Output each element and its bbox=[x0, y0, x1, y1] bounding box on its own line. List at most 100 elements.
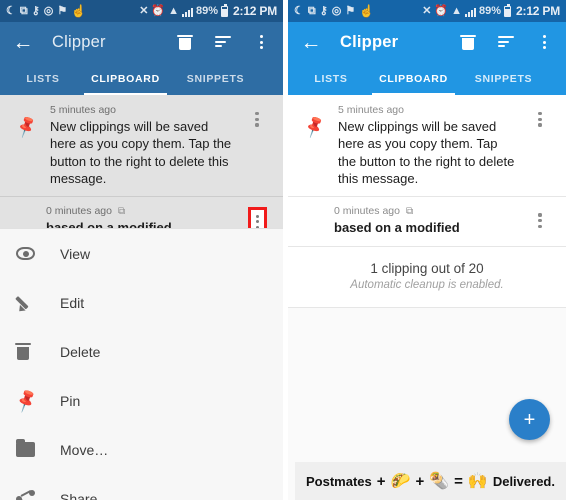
flag-icon: ⚑ bbox=[345, 4, 356, 17]
app-bar: ← Clipper bbox=[0, 22, 283, 62]
menu-item-edit[interactable]: Edit bbox=[0, 278, 283, 327]
raising-hands-icon: 🙌 bbox=[467, 473, 488, 490]
list-item-timestamp: 5 minutes ago bbox=[50, 104, 116, 116]
timestamp-label: 0 minutes ago bbox=[46, 205, 112, 218]
status-bar-system-icons: ✕ ⏰ ▲ 89% 2:12 PM bbox=[139, 3, 277, 18]
do-not-disturb-icon: ☾ bbox=[294, 4, 304, 17]
share-icon bbox=[16, 489, 60, 500]
mute-icon: ✕ bbox=[422, 4, 432, 17]
tab-clipboard[interactable]: CLIPBOARD bbox=[366, 62, 461, 95]
menu-item-view[interactable]: View bbox=[0, 229, 283, 278]
status-bar-system-icons: ✕ ⏰ ▲ 89% 2:12 PM bbox=[422, 3, 560, 18]
ad-equals: = bbox=[454, 472, 463, 490]
pin-icon: 📌 bbox=[14, 115, 40, 140]
menu-item-label: View bbox=[60, 245, 91, 262]
vpn-key-icon: ⚷ bbox=[31, 4, 40, 17]
clock-label: 2:12 PM bbox=[516, 4, 560, 18]
battery-percent-label: 89% bbox=[479, 4, 502, 17]
sort-button[interactable] bbox=[213, 31, 233, 53]
list-item[interactable]: 📌 5 minutes ago New clippings will be sa… bbox=[288, 95, 566, 198]
ad-plus-1: + bbox=[376, 472, 386, 490]
list-item-overflow-button[interactable] bbox=[237, 104, 277, 127]
delete-button[interactable] bbox=[175, 31, 195, 53]
list-item-timestamp: 0 minutes ago ⧉ bbox=[334, 205, 516, 217]
trash-icon bbox=[15, 343, 60, 360]
overflow-menu-button[interactable] bbox=[534, 31, 554, 53]
cleanup-status-label: Automatic cleanup is enabled. bbox=[350, 279, 504, 292]
clipping-summary: 1 clipping out of 20 Automatic cleanup i… bbox=[288, 247, 566, 309]
tab-lists[interactable]: LISTS bbox=[8, 62, 78, 95]
add-clipping-button[interactable]: + bbox=[509, 399, 550, 440]
do-not-disturb-icon: ☾ bbox=[6, 4, 16, 17]
ad-banner[interactable]: Postmates + 🌮 + 🌯 = 🙌 Delivered. bbox=[295, 462, 566, 500]
back-button[interactable]: ← bbox=[298, 29, 324, 55]
signal-icon bbox=[465, 6, 477, 17]
ad-tail-label: Delivered. bbox=[492, 473, 555, 489]
status-bar-notification-icons: ☾ ⧉ ⚷ ◎ ⚑ ☝ bbox=[294, 5, 422, 17]
menu-item-label: Edit bbox=[60, 294, 85, 311]
list-item-text: New clippings will be saved here as you … bbox=[50, 119, 232, 186]
clipping-count-label: 1 clipping out of 20 bbox=[370, 261, 484, 277]
overflow-menu-icon bbox=[542, 35, 546, 49]
app-bar: ← Clipper bbox=[288, 22, 566, 62]
tab-snippets[interactable]: SNIPPETS bbox=[173, 62, 258, 95]
list-item-overflow-button[interactable] bbox=[520, 213, 560, 229]
list-item-text: New clippings will be saved here as you … bbox=[338, 119, 515, 186]
delete-icon bbox=[460, 34, 476, 50]
battery-icon bbox=[221, 3, 229, 17]
list-item[interactable]: 0 minutes ago ⧉ based on a modified bbox=[288, 197, 566, 248]
menu-item-delete[interactable]: Delete bbox=[0, 327, 283, 376]
signal-icon bbox=[182, 6, 194, 17]
pin-indicator: 📌 bbox=[292, 104, 338, 140]
overflow-menu-button[interactable] bbox=[251, 31, 271, 53]
status-bar: ☾ ⧉ ⚷ ◎ ⚑ ☝ ✕ ⏰ ▲ 89% 2:12 PM bbox=[0, 0, 283, 22]
alarm-icon: ⏰ bbox=[434, 4, 449, 17]
back-button[interactable]: ← bbox=[10, 29, 36, 55]
clipboard-icon: ⧉ bbox=[117, 205, 126, 217]
page-title: Clipper bbox=[52, 32, 106, 51]
timestamp-label: 0 minutes ago bbox=[334, 205, 400, 218]
battery-icon bbox=[504, 3, 512, 17]
overflow-menu-icon bbox=[255, 112, 259, 127]
sort-icon bbox=[498, 36, 514, 48]
pencil-icon bbox=[16, 294, 60, 312]
tab-snippets[interactable]: SNIPPETS bbox=[461, 62, 546, 95]
touch-pointer-icon: ☝ bbox=[71, 4, 87, 18]
ad-brand-label: Postmates bbox=[306, 473, 372, 489]
sort-button[interactable] bbox=[496, 31, 516, 53]
battery-percent-label: 89% bbox=[196, 4, 219, 17]
screenshot-pair: ☾ ⧉ ⚷ ◎ ⚑ ☝ ✕ ⏰ ▲ 89% 2:12 PM ← Clipper bbox=[0, 0, 566, 500]
folder-icon bbox=[16, 439, 60, 457]
delete-button[interactable] bbox=[458, 31, 478, 53]
list-item-timestamp: 0 minutes ago ⧉ bbox=[46, 205, 273, 217]
sort-icon bbox=[215, 36, 231, 48]
overflow-menu-icon bbox=[538, 112, 542, 127]
ad-plus-2: + bbox=[415, 472, 425, 490]
context-menu: View Edit Delete 📌 Pin Move… Share… bbox=[0, 228, 283, 500]
tab-clipboard[interactable]: CLIPBOARD bbox=[78, 62, 173, 95]
status-bar: ☾ ⧉ ⚷ ◎ ⚑ ☝ ✕ ⏰ ▲ 89% 2:12 PM bbox=[288, 0, 566, 22]
pin-icon: 📌 bbox=[12, 387, 41, 414]
page-title: Clipper bbox=[340, 32, 399, 51]
menu-item-label: Pin bbox=[60, 392, 81, 409]
phone-screen-right: ☾ ⧉ ⚷ ◎ ⚑ ☝ ✕ ⏰ ▲ 89% 2:12 PM ← Clipper bbox=[283, 0, 566, 500]
screenshot-icon: ⧉ bbox=[307, 4, 316, 17]
list-item[interactable]: 📌 5 minutes ago New clippings will be sa… bbox=[0, 95, 283, 198]
overflow-menu-icon bbox=[538, 213, 542, 229]
tab-lists[interactable]: LISTS bbox=[296, 62, 366, 95]
menu-item-pin[interactable]: 📌 Pin bbox=[0, 376, 283, 425]
clipping-list: 📌 5 minutes ago New clippings will be sa… bbox=[0, 95, 283, 248]
menu-item-label: Move… bbox=[60, 441, 109, 458]
list-item-overflow-button[interactable] bbox=[520, 104, 560, 127]
menu-item-move[interactable]: Move… bbox=[0, 425, 283, 474]
mute-icon: ✕ bbox=[139, 4, 149, 17]
menu-item-share[interactable]: Share… bbox=[0, 474, 283, 500]
tab-bar: LISTS CLIPBOARD SNIPPETS bbox=[0, 62, 283, 95]
tab-bar: LISTS CLIPBOARD SNIPPETS bbox=[288, 62, 566, 95]
vpn-key-icon: ⚷ bbox=[319, 4, 328, 17]
pin-icon: 📌 bbox=[302, 115, 328, 140]
burrito-icon: 🌯 bbox=[429, 473, 450, 490]
taco-icon: 🌮 bbox=[390, 473, 411, 490]
flag-icon: ⚑ bbox=[57, 4, 68, 17]
wifi-icon: ▲ bbox=[168, 4, 180, 17]
